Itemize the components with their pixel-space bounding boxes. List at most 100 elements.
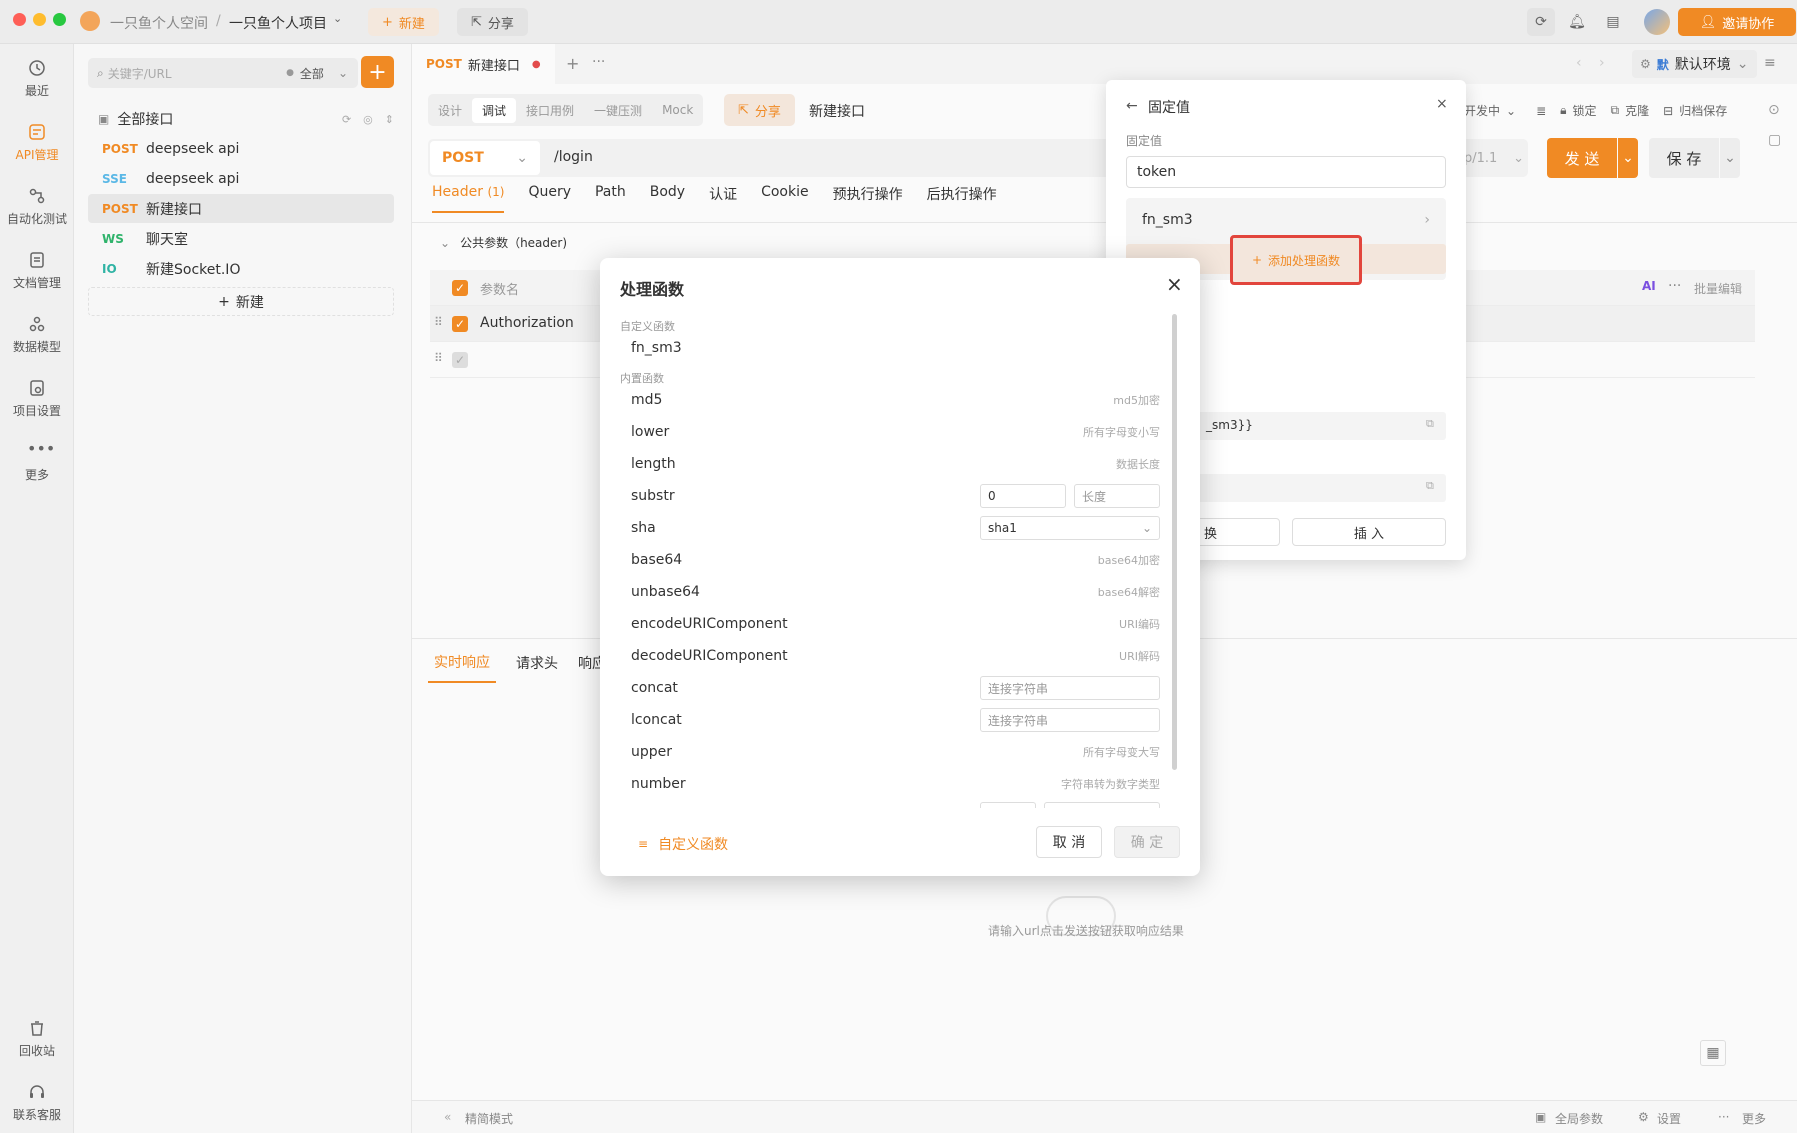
space-name[interactable]: 一只鱼个人空间 bbox=[110, 13, 208, 33]
tab-request-headers[interactable]: 请求头 bbox=[516, 653, 558, 682]
global-params-button[interactable]: 全局参数 bbox=[1555, 1110, 1603, 1127]
tab-post-script[interactable]: 后执行操作 bbox=[927, 184, 997, 213]
lock-button[interactable]: 锁定 bbox=[1573, 102, 1597, 119]
new-item-button[interactable]: + 新建 bbox=[88, 287, 394, 316]
add-api-button[interactable]: + bbox=[361, 56, 394, 88]
save-button[interactable]: 保 存 bbox=[1649, 138, 1719, 178]
locate-icon[interactable]: ◎ bbox=[363, 113, 373, 126]
tab-cookie[interactable]: Cookie bbox=[761, 184, 809, 213]
list-item-selected[interactable]: POST 新建接口 bbox=[88, 194, 394, 223]
project-name[interactable]: 一只鱼个人项目 bbox=[229, 13, 327, 33]
function-item-substr[interactable]: substr 0 长度 bbox=[620, 480, 1160, 512]
nav-more[interactable]: ••• 更多 bbox=[0, 441, 74, 483]
function-item[interactable]: fn_sm3 › bbox=[1126, 206, 1446, 234]
forward-icon[interactable]: › bbox=[1599, 55, 1605, 71]
bulk-edit-button[interactable]: 批量编辑 bbox=[1694, 280, 1742, 297]
scrollbar[interactable] bbox=[1172, 314, 1177, 770]
function-item-lower[interactable]: lower 所有字母变小写 bbox=[620, 416, 1160, 448]
nav-support[interactable]: 联系客服 bbox=[0, 1082, 74, 1123]
function-item-number[interactable]: number 字符串转为数字类型 bbox=[620, 768, 1160, 800]
method-select[interactable]: POST ⌄ bbox=[430, 141, 540, 175]
list-item[interactable]: WS 聊天室 bbox=[88, 224, 394, 253]
archive-button[interactable]: 归档保存 bbox=[1679, 102, 1727, 119]
drag-handle-icon[interactable]: ⠿ bbox=[434, 351, 443, 365]
function-item-length[interactable]: length 数据长度 bbox=[620, 448, 1160, 480]
tab-debug[interactable]: 调试 bbox=[472, 97, 517, 123]
substr-start-input[interactable]: 0 bbox=[980, 484, 1066, 508]
maximize-window-button[interactable] bbox=[53, 13, 66, 26]
sha-select[interactable]: sha1 ⌄ bbox=[980, 516, 1160, 540]
ai-button[interactable]: AI bbox=[1642, 279, 1656, 293]
concat-input[interactable]: 连接字符串 bbox=[980, 676, 1160, 700]
function-item-md5[interactable]: md5 md5加密 bbox=[620, 384, 1160, 416]
lconcat-input[interactable]: 连接字符串 bbox=[980, 708, 1160, 732]
function-item-lconcat[interactable]: lconcat 连接字符串 bbox=[620, 704, 1160, 736]
new-button[interactable]: + 新建 bbox=[368, 8, 439, 36]
send-dropdown-button[interactable]: ⌄ bbox=[1618, 138, 1638, 178]
function-item-upper[interactable]: upper 所有字母变大写 bbox=[620, 736, 1160, 768]
refresh-icon[interactable]: ⟳ bbox=[342, 113, 351, 126]
tab-stress[interactable]: 一键压测 bbox=[584, 102, 652, 119]
clone-button[interactable]: 克隆 bbox=[1625, 102, 1649, 119]
nav-data-model[interactable]: 数据模型 bbox=[0, 314, 74, 355]
share-api-button[interactable]: ⇱ 分享 bbox=[724, 94, 795, 126]
settings-button[interactable]: 设置 bbox=[1657, 1110, 1681, 1127]
layout-toggle-icon[interactable]: ▦ bbox=[1700, 1040, 1726, 1066]
confirm-button[interactable]: 确 定 bbox=[1114, 826, 1180, 858]
close-icon[interactable]: × bbox=[1436, 96, 1448, 112]
add-tab-icon[interactable]: + bbox=[566, 54, 579, 73]
chevron-down-icon[interactable]: ⌄ bbox=[333, 12, 342, 25]
add-function-button[interactable]: + 添加处理函数 bbox=[1230, 235, 1362, 285]
select-all-checkbox[interactable]: ✓ bbox=[452, 280, 468, 296]
nav-recycle-bin[interactable]: 回收站 bbox=[0, 1018, 74, 1059]
nav-docs[interactable]: 文档管理 bbox=[0, 250, 74, 291]
function-item-base64[interactable]: base64 base64加密 bbox=[620, 544, 1160, 576]
tab-body[interactable]: Body bbox=[650, 184, 685, 213]
api-name[interactable]: 新建接口 bbox=[809, 101, 865, 121]
notes-icon[interactable]: ▤ bbox=[1599, 8, 1627, 36]
function-item-unbase64[interactable]: unbase64 base64解密 bbox=[620, 576, 1160, 608]
share-button[interactable]: ⇱ 分享 bbox=[457, 8, 528, 36]
nav-recent[interactable]: 最近 bbox=[0, 58, 74, 99]
tab-cases[interactable]: 接口用例 bbox=[516, 102, 584, 119]
close-icon[interactable]: × bbox=[1166, 272, 1183, 296]
copy-icon[interactable]: ⧉ bbox=[1426, 479, 1434, 493]
row-checkbox[interactable]: ✓ bbox=[452, 352, 468, 368]
list-item[interactable]: IO 新建Socket.IO bbox=[88, 254, 394, 283]
save-dropdown-button[interactable]: ⌄ bbox=[1720, 138, 1740, 178]
tab-header[interactable]: Header (1) bbox=[432, 184, 505, 213]
status-select[interactable]: 开发中 bbox=[1464, 102, 1500, 119]
more-button[interactable]: 更多 bbox=[1742, 1110, 1766, 1127]
collapse-icon[interactable]: ⇕ bbox=[385, 113, 394, 126]
close-window-button[interactable] bbox=[13, 13, 26, 26]
substr-length-input[interactable]: 长度 bbox=[1074, 484, 1160, 508]
drag-handle-icon[interactable]: ⠿ bbox=[434, 315, 443, 329]
function-item-custom[interactable]: fn_sm3 bbox=[620, 332, 1160, 364]
tab-new-api[interactable]: POST 新建接口 ● bbox=[412, 44, 555, 84]
tab-design[interactable]: 设计 bbox=[428, 102, 472, 119]
back-icon[interactable]: ‹ bbox=[1576, 55, 1582, 71]
panel-icon[interactable]: ▢ bbox=[1768, 132, 1781, 148]
function-item-encode-uri[interactable]: encodeURIComponent URI编码 bbox=[620, 608, 1160, 640]
menu-icon[interactable]: ≡ bbox=[1764, 55, 1776, 71]
search-input[interactable]: ⌕ 关键字/URL ● 全部 ⌄ bbox=[88, 58, 358, 88]
tab-pre-script[interactable]: 预执行操作 bbox=[833, 184, 903, 213]
function-item-sha[interactable]: sha sha1 ⌄ bbox=[620, 512, 1160, 544]
tab-query[interactable]: Query bbox=[528, 184, 571, 213]
invite-button[interactable]: 👤︎ 邀请协作 bbox=[1678, 8, 1796, 36]
env-select[interactable]: ⚙ 默 默认环境 ⌄ bbox=[1632, 50, 1757, 78]
row-checkbox[interactable]: ✓ bbox=[452, 316, 468, 332]
history-icon[interactable]: ≣ bbox=[1536, 104, 1546, 118]
bell-icon[interactable]: 🔔︎ bbox=[1563, 8, 1591, 36]
function-item-concat[interactable]: concat 连接字符串 bbox=[620, 672, 1160, 704]
filter-select[interactable]: 全部 bbox=[300, 65, 324, 82]
custom-function-link[interactable]: ≡ 自定义函数 bbox=[638, 834, 728, 854]
info-icon[interactable]: ⊙ bbox=[1768, 102, 1780, 118]
insert-button[interactable]: 插 入 bbox=[1292, 518, 1446, 546]
avatar[interactable] bbox=[1644, 9, 1670, 35]
nav-automation[interactable]: 自动化测试 bbox=[0, 186, 74, 227]
function-item-decode-uri[interactable]: decodeURIComponent URI解码 bbox=[620, 640, 1160, 672]
url-input[interactable]: /login bbox=[554, 149, 593, 165]
tree-root[interactable]: ▣ 全部接口 ⟳ ◎ ⇕ bbox=[98, 104, 394, 134]
tab-auth[interactable]: 认证 bbox=[709, 184, 737, 213]
